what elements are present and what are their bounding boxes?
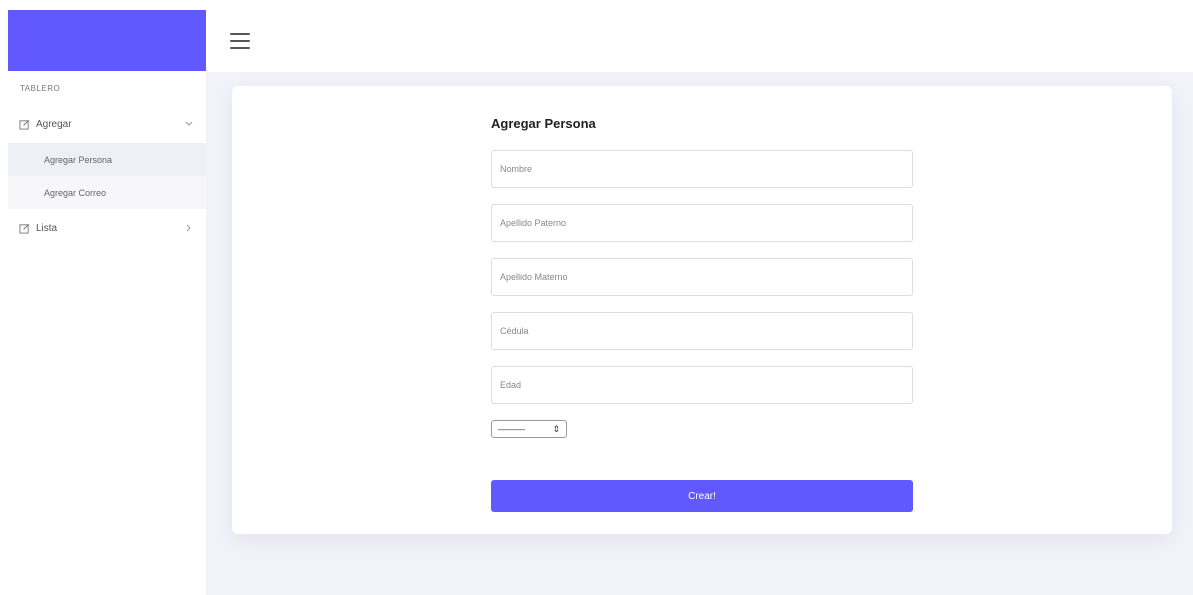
sidebar-subitem-agregar-persona[interactable]: Agregar Persona [8,143,206,176]
chevron-down-icon [184,119,194,129]
brand-logo-area [8,10,206,71]
sidebar-subitem-agregar-correo[interactable]: Agregar Correo [8,176,206,209]
hamburger-icon[interactable] [230,33,250,49]
sidebar-item-label: Lista [36,222,58,234]
sidebar-section-label: TABLERO [20,83,61,93]
edit-icon [18,118,30,130]
chevron-right-icon [184,223,194,233]
edad-input[interactable] [491,366,913,404]
app-root: TABLERO Agregar Agregar Persona Agregar … [0,0,1193,595]
form-title: Agregar Persona [491,116,596,131]
sidebar-item-label: Agregar [36,118,72,130]
apellido-materno-input[interactable] [491,258,913,296]
nombre-input[interactable] [491,150,913,188]
topbar [206,10,1193,72]
select-arrows-icon: ⇕ [552,423,560,434]
sidebar: TABLERO Agregar Agregar Persona Agregar … [8,10,206,595]
cedula-input[interactable] [491,312,913,350]
apellido-paterno-input[interactable] [491,204,913,242]
edit-icon [18,222,30,234]
gender-select[interactable]: ——— ⇕ [491,420,567,438]
form-card: Agregar Persona ——— ⇕ Crear! [232,86,1172,534]
create-button[interactable]: Crear! [491,480,913,512]
sidebar-item-lista[interactable]: Lista [8,209,206,247]
sidebar-item-agregar[interactable]: Agregar [8,105,206,143]
add-person-form: Agregar Persona ——— ⇕ Crear! [491,110,913,512]
select-value: ——— [498,424,525,434]
